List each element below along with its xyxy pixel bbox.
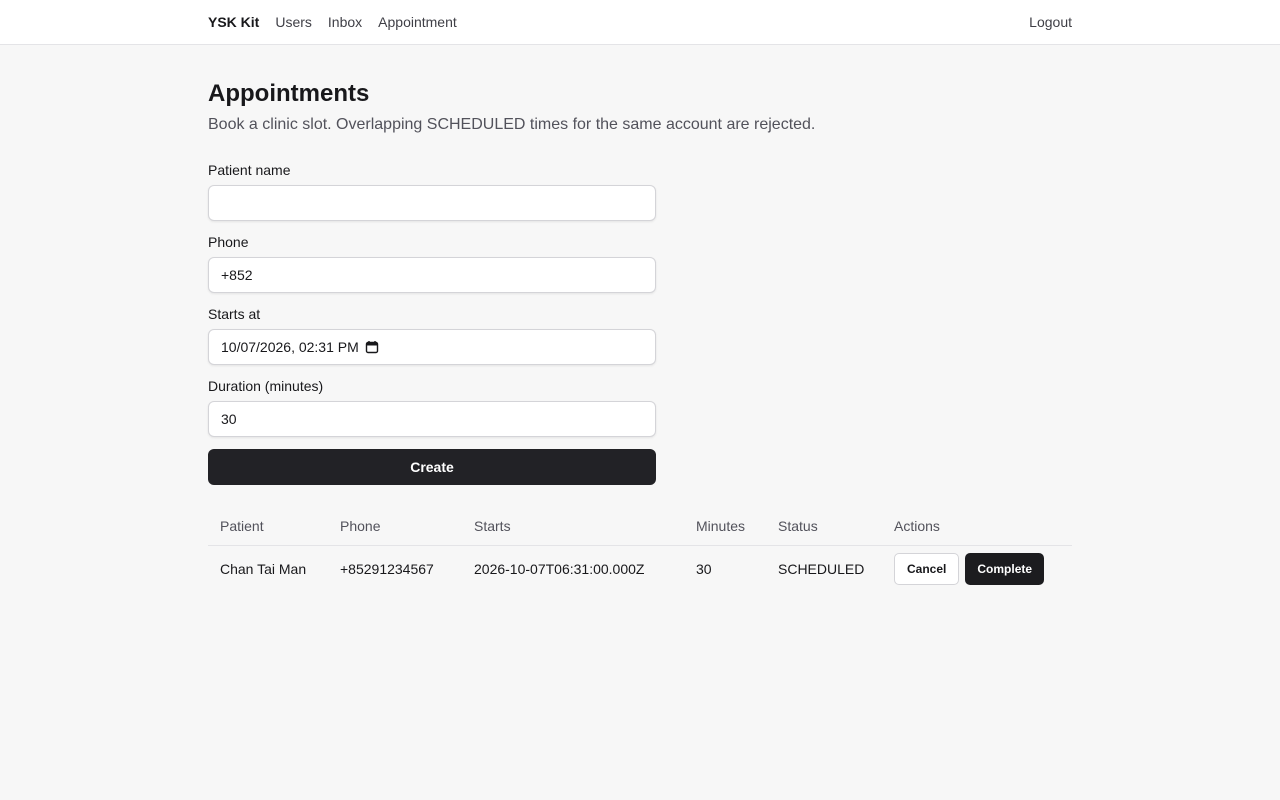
complete-appointment-button[interactable]: Complete: [965, 553, 1045, 586]
patient-name-label: Patient name: [208, 162, 291, 178]
duration-field: Duration (minutes) 30: [208, 377, 656, 437]
nav-link-appointment[interactable]: Appointment: [378, 14, 457, 30]
starts-at-input[interactable]: 10/07/2026, 02:31 PM: [208, 329, 656, 365]
starts-at-label: Starts at: [208, 306, 261, 322]
column-header-actions: Actions: [882, 507, 1072, 546]
nav-left: YSK Kit Users Inbox Appointment: [208, 14, 457, 30]
duration-input[interactable]: 30: [208, 401, 656, 437]
create-button[interactable]: Create: [208, 449, 656, 485]
patient-name-input[interactable]: [208, 185, 656, 221]
nav-link-users[interactable]: Users: [275, 14, 312, 30]
column-header-minutes: Minutes: [684, 507, 766, 546]
phone-input[interactable]: +852: [208, 257, 656, 293]
top-navigation: YSK Kit Users Inbox Appointment Logout: [0, 0, 1280, 45]
column-header-patient: Patient: [208, 507, 328, 546]
phone-label: Phone: [208, 234, 249, 250]
table-body: Chan Tai Man +85291234567 2026-10-07T06:…: [208, 545, 1072, 593]
cancel-appointment-button[interactable]: Cancel: [894, 553, 960, 586]
top-navigation-inner: YSK Kit Users Inbox Appointment Logout: [208, 0, 1072, 44]
column-header-starts: Starts: [462, 507, 684, 546]
phone-value: +852: [221, 267, 253, 283]
starts-at-value: 10/07/2026, 02:31 PM: [221, 339, 359, 355]
duration-value: 30: [221, 411, 237, 427]
appointments-table: Patient Phone Starts Minutes Status Acti…: [208, 507, 1072, 593]
table-row: Chan Tai Man +85291234567 2026-10-07T06:…: [208, 545, 1072, 593]
page-subtitle: Book a clinic slot. Overlapping SCHEDULE…: [208, 116, 816, 133]
row-actions: Cancel Complete: [894, 553, 1060, 586]
main-content: Appointments Book a clinic slot. Overlap…: [208, 45, 1072, 593]
page-title: Appointments: [208, 80, 370, 107]
logout-link[interactable]: Logout: [1029, 14, 1072, 30]
column-header-status: Status: [766, 507, 882, 546]
cell-patient: Chan Tai Man: [220, 561, 307, 578]
column-header-phone: Phone: [328, 507, 462, 546]
appointment-form: Patient name Phone +852 Starts at 10/07/…: [208, 161, 656, 485]
cell-status: SCHEDULED: [778, 561, 865, 578]
duration-label: Duration (minutes): [208, 378, 324, 394]
calendar-icon[interactable]: [365, 340, 379, 354]
table-header-row: Patient Phone Starts Minutes Status Acti…: [208, 507, 1072, 546]
cell-minutes: 30: [696, 561, 712, 578]
cell-actions: Cancel Complete: [882, 545, 1072, 593]
nav-link-inbox[interactable]: Inbox: [328, 14, 362, 30]
phone-field: Phone +852: [208, 233, 656, 293]
cell-phone: +85291234567: [340, 561, 434, 578]
table-header: Patient Phone Starts Minutes Status Acti…: [208, 507, 1072, 546]
brand-link[interactable]: YSK Kit: [208, 14, 259, 30]
starts-at-field: Starts at 10/07/2026, 02:31 PM: [208, 305, 656, 365]
patient-name-field: Patient name: [208, 161, 656, 221]
cell-starts: 2026-10-07T06:31:00.000Z: [474, 561, 645, 578]
